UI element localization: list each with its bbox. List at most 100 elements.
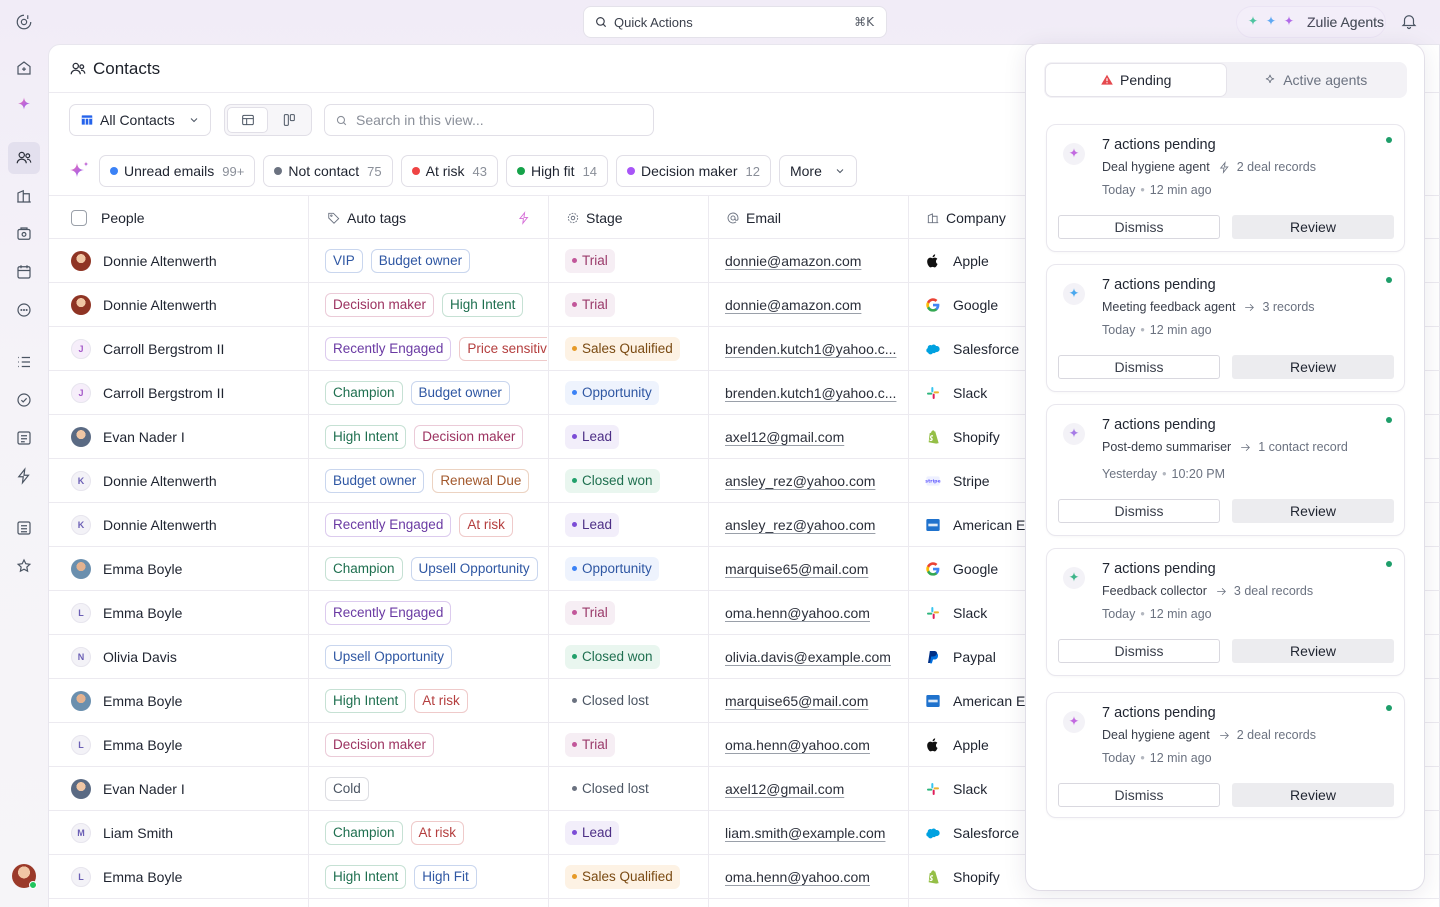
stage-badge[interactable]: Sales Qualified (565, 864, 680, 889)
auto-tag[interactable]: Recently Engaged (325, 512, 452, 537)
email-link[interactable]: marquise65@mail.com (725, 693, 868, 709)
email-cell[interactable]: liam.smith@example.com (725, 811, 905, 854)
column-header-company[interactable]: Company (926, 196, 1006, 239)
stage-cell[interactable]: Lead (565, 415, 707, 458)
person-cell[interactable]: Evan Nader I (71, 415, 301, 458)
company-cell[interactable]: Shopify (925, 415, 1035, 458)
email-link[interactable]: oma.henn@yahoo.com (725, 605, 870, 621)
stage-cell[interactable]: Opportunity (565, 547, 707, 590)
person-cell[interactable]: L Emma Boyle (71, 723, 301, 766)
auto-tag[interactable]: At risk (410, 820, 465, 845)
contacts-icon[interactable] (8, 142, 40, 174)
email-link[interactable]: donnie@amazon.com (725, 253, 861, 269)
stage-badge[interactable]: Closed won (565, 468, 660, 493)
notes-icon[interactable] (12, 426, 36, 450)
company-cell[interactable]: Slack (925, 371, 1035, 414)
email-cell[interactable]: olivia.davis@example.com (725, 635, 905, 678)
email-cell[interactable]: ansley_rez@yahoo.com (725, 459, 905, 502)
kanban-layout-button[interactable] (268, 107, 309, 133)
stage-cell[interactable]: Opportunity (565, 371, 707, 414)
stage-badge[interactable]: Trial (565, 732, 615, 757)
email-cell[interactable]: oma.henn@yahoo.com (725, 855, 905, 898)
logo-icon[interactable] (12, 10, 36, 34)
stage-badge[interactable]: Closed lost (565, 777, 656, 801)
deals-icon[interactable] (12, 222, 36, 246)
favorites-icon[interactable] (12, 554, 36, 578)
stage-cell[interactable]: Trial (565, 591, 707, 634)
auto-tag[interactable]: Champion (325, 556, 403, 581)
email-link[interactable]: ansley_rez@yahoo.com (725, 473, 875, 489)
company-cell[interactable]: Apple (925, 239, 1035, 282)
filter-chip-high-fit[interactable]: High fit 14 (505, 155, 609, 187)
stage-cell[interactable]: Closed won (565, 459, 707, 502)
view-search-input[interactable] (356, 112, 636, 128)
person-cell[interactable]: J Carroll Bergstrom II (71, 371, 301, 414)
user-avatar[interactable] (12, 864, 37, 889)
email-link[interactable]: donnie@amazon.com (725, 297, 861, 313)
calendar-icon[interactable] (12, 260, 36, 284)
email-cell[interactable]: brenden.kutch1@yahoo.c... (725, 371, 905, 414)
stage-badge[interactable]: Closed won (565, 644, 660, 669)
stage-cell[interactable]: Sales Qualified (565, 855, 707, 898)
company-cell[interactable]: stripe Stripe (925, 459, 1035, 502)
column-header-auto-tags[interactable]: Auto tags (327, 196, 537, 239)
email-link[interactable]: olivia.davis@example.com (725, 649, 891, 665)
stage-badge[interactable]: Lead (565, 424, 620, 449)
stage-badge[interactable]: Trial (565, 248, 615, 273)
automations-icon[interactable] (12, 464, 36, 488)
tab-pending[interactable]: Pending (1046, 64, 1226, 96)
person-cell[interactable]: N Olivia Davis (71, 635, 301, 678)
person-cell[interactable]: M Liam Smith (71, 811, 301, 854)
companies-icon[interactable] (12, 184, 36, 208)
tasks-icon[interactable] (12, 388, 36, 412)
person-cell[interactable]: J Carroll Bergstrom II (71, 327, 301, 370)
email-link[interactable]: marquise65@mail.com (725, 561, 868, 577)
email-link[interactable]: brenden.kutch1@yahoo.c... (725, 341, 896, 357)
filter-chip-at-risk[interactable]: At risk 43 (400, 155, 498, 187)
auto-tag[interactable]: Upsell Opportunity (410, 556, 538, 581)
ai-filter-sparkle-icon[interactable] (67, 159, 91, 183)
chat-icon[interactable] (12, 298, 36, 322)
auto-tag-bolt-icon[interactable] (517, 210, 531, 225)
person-cell[interactable]: Emma Boyle (71, 547, 301, 590)
column-header-people[interactable]: People (71, 196, 145, 239)
review-button[interactable]: Review (1232, 215, 1394, 239)
filter-chip-unread-emails[interactable]: Unread emails 99+ (99, 155, 256, 187)
dismiss-button[interactable]: Dismiss (1058, 215, 1220, 239)
dismiss-button[interactable]: Dismiss (1058, 355, 1220, 379)
person-cell[interactable]: Donnie Altenwerth (71, 283, 301, 326)
stage-badge[interactable]: Sales Qualified (565, 336, 680, 361)
company-cell[interactable]: Google (925, 283, 1035, 326)
stage-cell[interactable]: Sales Qualified (565, 327, 707, 370)
auto-tag[interactable]: Budget owner (370, 248, 471, 273)
company-cell[interactable]: American Express (925, 503, 1035, 546)
reports-icon[interactable] (12, 516, 36, 540)
person-cell[interactable]: Donnie Altenwerth (71, 239, 301, 282)
company-cell[interactable]: American Express (925, 679, 1035, 722)
auto-tag[interactable]: High Intent (442, 292, 524, 317)
stage-badge[interactable]: Lead (565, 820, 620, 845)
auto-tag[interactable]: High Fit (414, 864, 477, 889)
auto-tag[interactable]: Champion (325, 380, 403, 405)
stage-badge[interactable]: Opportunity (565, 380, 659, 405)
stage-cell[interactable]: Closed lost (565, 767, 707, 810)
stage-cell[interactable]: Closed lost (565, 679, 707, 722)
home-icon[interactable] (12, 56, 36, 80)
select-all-checkbox[interactable] (71, 209, 87, 226)
auto-tag[interactable]: Decision maker (414, 424, 524, 449)
email-cell[interactable]: marquise65@mail.com (725, 679, 905, 722)
column-header-stage[interactable]: Stage (566, 196, 623, 239)
view-selector[interactable]: All Contacts (69, 104, 211, 136)
email-link[interactable]: brenden.kutch1@yahoo.c... (725, 385, 896, 401)
company-cell[interactable]: Salesforce (925, 811, 1035, 854)
auto-tag[interactable]: Renewal Due (432, 468, 530, 493)
company-cell[interactable]: Slack (925, 767, 1035, 810)
auto-tag[interactable]: VIP (325, 248, 363, 273)
auto-tag[interactable]: Decision maker (325, 292, 435, 317)
auto-tag[interactable]: Cold (325, 776, 369, 801)
email-link[interactable]: liam.smith@example.com (725, 825, 885, 841)
email-cell[interactable]: axel12@gmail.com (725, 767, 905, 810)
column-header-email[interactable]: Email (726, 196, 781, 239)
email-link[interactable]: oma.henn@yahoo.com (725, 737, 870, 753)
stage-cell[interactable]: Trial (565, 723, 707, 766)
